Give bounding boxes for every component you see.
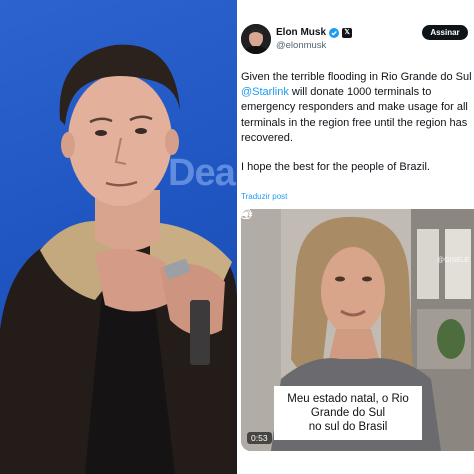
- tweet-line: @Starlink will donate 1000 terminals to: [241, 85, 474, 100]
- mute-icon[interactable]: [241, 209, 253, 220]
- display-name[interactable]: Elon Musk: [276, 27, 326, 38]
- tweet-line: emergency responders and make usage for …: [241, 101, 468, 114]
- tweet-line: Given the terrible flooding in Rio Grand…: [241, 71, 472, 83]
- translate-post-link[interactable]: Traduzir post: [241, 192, 287, 201]
- avatar-image: [241, 24, 271, 54]
- caption-line: no sul do Brasil: [308, 421, 388, 433]
- caption-line: Meu estado natal, o Rio: [287, 393, 409, 405]
- tweet-second-paragraph: I hope the best for the people of Brazil…: [241, 161, 430, 173]
- author-name-row: Elon Musk 𝕏: [276, 27, 353, 38]
- video-watermark: @GISELE: [437, 257, 470, 264]
- x-logo-icon: 𝕏: [342, 27, 353, 38]
- verified-icon: [329, 27, 340, 38]
- embedded-video[interactable]: @GISELE Meu estado natal, o Rio Grande d…: [241, 209, 474, 451]
- author-handle[interactable]: @elonmusk: [276, 40, 326, 51]
- tweet-line: recovered.: [241, 131, 293, 144]
- tweet-card: Elon Musk 𝕏 @elonmusk Assinar Given the …: [239, 0, 474, 474]
- starlink-mention-link[interactable]: @Starlink: [241, 86, 289, 98]
- subscribe-button[interactable]: Assinar: [422, 25, 468, 40]
- news-photo: Deal: [0, 0, 237, 474]
- tweet-body: Given the terrible flooding in Rio Grand…: [241, 70, 474, 146]
- tweet-line: terminals in the region free until the r…: [241, 116, 468, 129]
- video-duration: 0:53: [247, 432, 272, 444]
- caption-line: Grande do Sul: [310, 407, 386, 419]
- avatar[interactable]: [241, 24, 271, 54]
- tweet-line-text: will donate 1000 terminals to: [288, 86, 432, 99]
- video-caption: Meu estado natal, o Rio Grande do Sul no…: [274, 386, 422, 440]
- man-portrait-illustration: [0, 44, 237, 474]
